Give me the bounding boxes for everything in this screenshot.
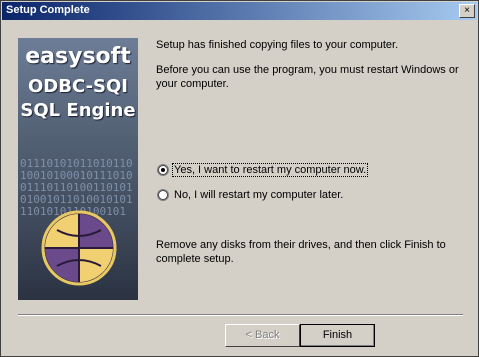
restart-now-radio[interactable]: [157, 164, 169, 176]
brand-name: easysoft: [25, 44, 131, 69]
close-button[interactable]: ×: [459, 4, 475, 18]
product-name: ODBC-SQI: [27, 76, 129, 97]
window-title: Setup Complete: [6, 4, 90, 16]
restart-later-label[interactable]: No, I will restart my computer later.: [174, 189, 343, 201]
close-icon: ×: [464, 5, 470, 16]
finish-button[interactable]: Finish: [300, 324, 375, 347]
product-banner: 0111010101101011010010100010111010011101…: [18, 38, 138, 300]
title-bar: Setup Complete ×: [2, 2, 477, 20]
restart-message: Before you can use the program, you must…: [156, 64, 459, 90]
product-subtitle: SQL Engine: [20, 100, 136, 121]
remove-disks-message: Remove any disks from their drives, and …: [156, 239, 446, 265]
button-separator: [18, 314, 463, 316]
restart-now-label[interactable]: Yes, I want to restart my computer now.: [171, 163, 369, 177]
finished-message: Setup has finished copying files to your…: [156, 39, 399, 51]
restart-later-radio[interactable]: [157, 189, 169, 201]
globe-logo-icon: [41, 210, 117, 286]
setup-dialog: Setup Complete × 01110101011010110100101…: [0, 0, 479, 357]
back-button[interactable]: < Back: [225, 324, 300, 347]
